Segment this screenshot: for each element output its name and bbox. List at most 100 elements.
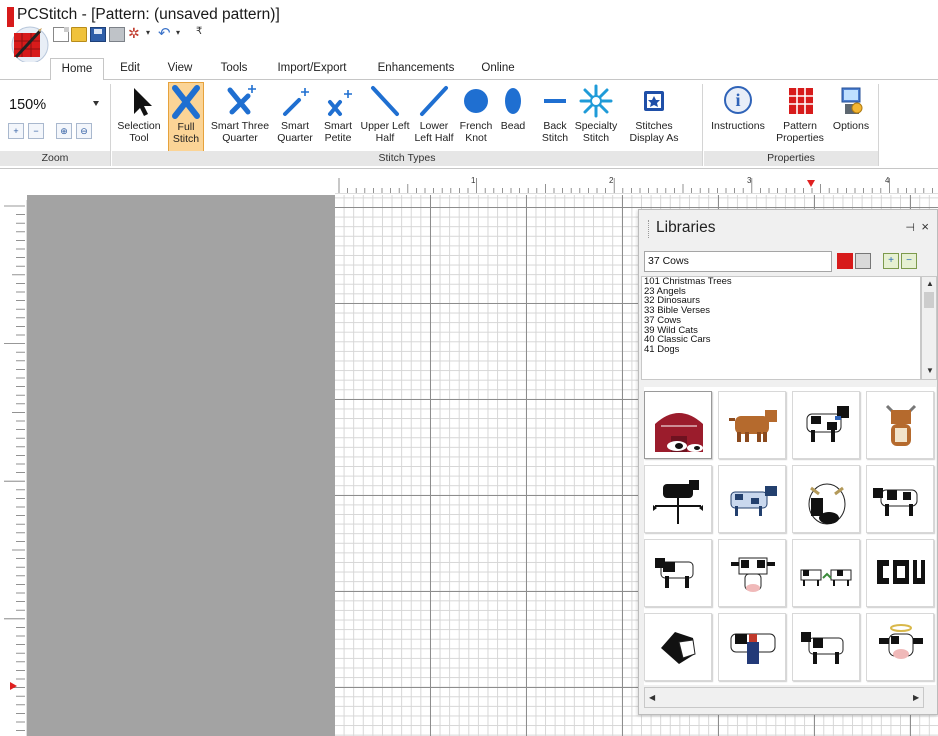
- tab-view[interactable]: View: [160, 58, 200, 80]
- options-icon: [831, 82, 871, 120]
- tab-home[interactable]: Home: [50, 58, 104, 80]
- ruler-position-marker-icon: [10, 682, 17, 690]
- selection-tool-button[interactable]: Selection Tool: [114, 82, 164, 152]
- pattern-properties-button[interactable]: Pattern Properties: [774, 82, 826, 152]
- group-divider: [702, 84, 703, 166]
- french-knot-label: French Knot: [459, 120, 493, 144]
- specialty-stitch-button[interactable]: Specialty Stitch: [572, 82, 620, 152]
- thumbnail-cow-walking[interactable]: [792, 613, 860, 681]
- thumbnails-horizontal-scrollbar[interactable]: ◀ ▶: [644, 687, 924, 708]
- stitches-display-as-button[interactable]: Stitches Display As: [620, 82, 688, 152]
- smart-quarter-button[interactable]: Smart Quarter: [274, 82, 316, 152]
- back-stitch-button[interactable]: Back Stitch: [540, 82, 570, 152]
- smart-petite-button[interactable]: Smart Petite: [318, 82, 358, 152]
- thumbnail-cow-face[interactable]: [792, 465, 860, 533]
- thumbnail-cow-head-side[interactable]: [644, 613, 712, 681]
- tab-online[interactable]: Online: [474, 58, 522, 80]
- library-remove-icon[interactable]: −: [901, 253, 917, 269]
- list-item[interactable]: 41 Dogs: [642, 345, 920, 355]
- undo-dropdown-icon[interactable]: ▾: [176, 28, 180, 37]
- thumbnail-holstein-standing[interactable]: [866, 465, 934, 533]
- thumbnail-cow-weathervane[interactable]: [644, 465, 712, 533]
- specialty-stitch-icon: [576, 82, 616, 120]
- library-select[interactable]: 37 Cows: [644, 251, 832, 272]
- smart-three-quarter-label: Smart Three Quarter: [210, 120, 270, 144]
- zoom-actual-icon[interactable]: ⊖: [76, 123, 92, 139]
- stitches-display-label: Stitches Display As: [629, 120, 679, 144]
- zoom-out-icon[interactable]: −: [28, 123, 44, 139]
- options-button[interactable]: Options: [828, 82, 874, 152]
- upper-left-half-label: Upper Left Half: [360, 120, 410, 144]
- thumbnail-black-white-cow[interactable]: [644, 539, 712, 607]
- library-properties-icon[interactable]: [855, 253, 871, 269]
- tab-import-export[interactable]: Import/Export: [266, 58, 358, 80]
- thumbnail-cow-lettering[interactable]: [866, 539, 934, 607]
- bead-button[interactable]: Bead: [496, 82, 530, 152]
- vertical-ruler: [0, 200, 27, 736]
- thumbnail-cow-head-front[interactable]: [718, 539, 786, 607]
- thumbnail-brown-cow[interactable]: [718, 391, 786, 459]
- stitch-types-group-label: Stitch Types: [112, 151, 702, 166]
- thumbnail-angel-cow[interactable]: [866, 613, 934, 681]
- thumbnail-brown-cow-front[interactable]: [866, 391, 934, 459]
- library-list-scrollbar[interactable]: ▲ ▼: [921, 276, 937, 380]
- application-menu-button[interactable]: [10, 24, 50, 64]
- chevron-right-icon[interactable]: ▶: [913, 693, 919, 702]
- libraries-title: Libraries: [656, 219, 716, 236]
- print-icon[interactable]: [109, 27, 125, 42]
- window-title: PCStitch - [Pattern: (unsaved pattern)]: [17, 6, 280, 23]
- ribbon: 150% + − ⊕ ⊖ Zoom Selection Tool Full St…: [0, 79, 938, 169]
- library-list[interactable]: 101 Christmas Trees 23 Angels 32 Dinosau…: [641, 276, 921, 380]
- ruler-mark-1: 1: [471, 176, 476, 185]
- thumbnail-barn-cows[interactable]: [644, 391, 712, 459]
- bead-icon: [496, 82, 530, 120]
- pin-icon[interactable]: ⊣: [905, 221, 915, 234]
- library-pattern-icon[interactable]: [837, 253, 853, 269]
- customize-toolbar-icon[interactable]: ₹: [196, 26, 202, 37]
- list-item[interactable]: 40 Classic Cars: [642, 335, 920, 345]
- magic-tool-icon[interactable]: ✲: [128, 25, 142, 41]
- zoom-value: 150%: [9, 97, 47, 113]
- ruler-mark-2: 2: [609, 176, 614, 185]
- instructions-button[interactable]: i Instructions: [706, 82, 770, 152]
- chevron-left-icon[interactable]: ◀: [649, 693, 655, 702]
- scroll-thumb[interactable]: [924, 292, 934, 308]
- zoom-in-icon[interactable]: +: [8, 123, 24, 139]
- save-icon[interactable]: [90, 27, 106, 42]
- lower-left-half-icon: [414, 82, 454, 120]
- smart-three-quarter-button[interactable]: Smart Three Quarter: [208, 82, 272, 152]
- full-stitch-button[interactable]: Full Stitch: [168, 82, 204, 152]
- thumbnail-two-cows[interactable]: [792, 539, 860, 607]
- group-divider: [110, 84, 111, 166]
- smart-three-quarter-icon: [220, 82, 260, 120]
- thumbnail-holstein-cow[interactable]: [792, 391, 860, 459]
- new-file-icon[interactable]: [53, 27, 69, 42]
- open-folder-icon[interactable]: [71, 27, 87, 42]
- info-icon: i: [718, 82, 758, 120]
- french-knot-button[interactable]: French Knot: [458, 82, 494, 152]
- thumbnail-blue-cow[interactable]: [718, 465, 786, 533]
- zoom-fit-icon[interactable]: ⊕: [56, 123, 72, 139]
- ruler-mark-4: 4: [885, 176, 890, 185]
- options-label: Options: [832, 120, 870, 132]
- lower-left-half-button[interactable]: Lower Left Half: [410, 82, 458, 152]
- full-stitch-label: Full Stitch: [172, 121, 200, 145]
- close-icon[interactable]: ×: [921, 219, 929, 234]
- instructions-label: Instructions: [711, 120, 765, 132]
- quick-access-toolbar: ✲ ▾ ↶ ▾ ₹: [10, 24, 220, 64]
- chevron-down-icon[interactable]: ▼: [926, 366, 934, 375]
- upper-left-half-button[interactable]: Upper Left Half: [360, 82, 410, 152]
- tab-tools[interactable]: Tools: [212, 58, 256, 80]
- chevron-up-icon[interactable]: ▲: [926, 279, 934, 288]
- tab-edit[interactable]: Edit: [112, 58, 148, 80]
- library-add-icon[interactable]: +: [883, 253, 899, 269]
- ruler-mark-3: 3: [747, 176, 752, 185]
- list-item[interactable]: 33 Bible Verses: [642, 306, 920, 316]
- undo-icon[interactable]: ↶: [158, 24, 174, 42]
- chevron-down-icon: [93, 101, 99, 106]
- magic-tool-dropdown-icon[interactable]: ▾: [146, 28, 150, 37]
- panel-grip[interactable]: [648, 220, 649, 238]
- zoom-select[interactable]: 150%: [4, 94, 104, 116]
- thumbnail-cow-overalls[interactable]: [718, 613, 786, 681]
- tab-enhancements[interactable]: Enhancements: [368, 58, 464, 80]
